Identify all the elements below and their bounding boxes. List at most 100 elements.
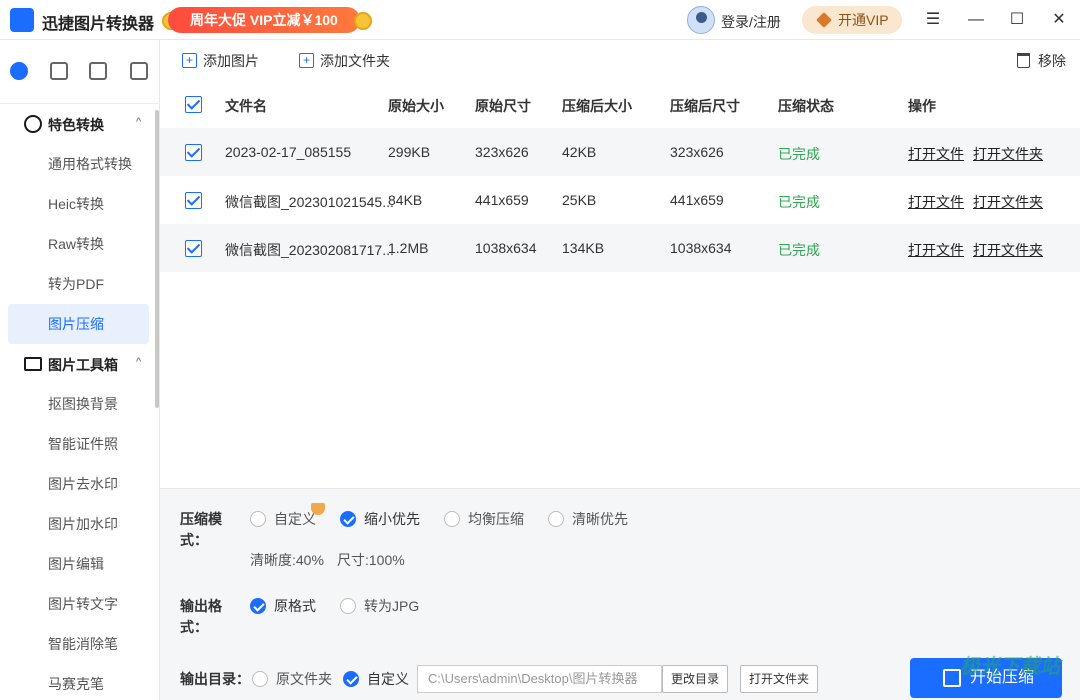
mode-shrink-label: 缩小优先 <box>364 511 420 527</box>
sidebar-item-image-compress[interactable]: 图片压缩 <box>8 304 149 344</box>
title-bar: 迅捷图片转换器 周年大促 VIP立减￥100 登录/注册 开通VIP ☰ — ☐… <box>0 0 1080 40</box>
original-dimensions: 323x626 <box>475 144 529 160</box>
select-all-checkbox[interactable] <box>185 96 202 113</box>
dir-original-radio[interactable]: 原文件夹 <box>252 670 332 688</box>
open-folder-link[interactable]: 打开文件夹 <box>973 240 1043 260</box>
sidebar-item-heic[interactable]: Heic转换 <box>8 184 149 224</box>
app-title: 迅捷图片转换器 <box>42 16 155 33</box>
maximize-icon[interactable]: ☐ <box>1007 10 1027 30</box>
output-format-label-2: 式： <box>180 619 208 635</box>
compress-icon <box>943 669 961 687</box>
tab-check-icon[interactable] <box>130 62 150 82</box>
tab-toolbox-icon[interactable] <box>50 62 70 82</box>
row-checkbox[interactable] <box>185 240 202 257</box>
mode-clarity-label: 清晰优先 <box>572 511 628 527</box>
sidebar-item-id-photo[interactable]: 智能证件照 <box>8 424 149 464</box>
sidebar-group-special[interactable]: 特色转换 ^ <box>0 104 156 144</box>
watermark-text: 极光下载站 <box>960 656 1060 678</box>
folder-plus-icon: + <box>299 53 314 68</box>
compressed-dimensions: 441x659 <box>670 192 724 208</box>
open-vip-button[interactable]: 开通VIP <box>802 6 902 34</box>
coin-icon <box>354 12 372 30</box>
close-icon[interactable]: ✕ <box>1049 10 1069 30</box>
plus-icon: + <box>182 53 197 68</box>
original-size: 299KB <box>388 144 431 160</box>
open-folder-button[interactable]: 打开文件夹 <box>740 665 818 693</box>
sidebar-item-to-pdf[interactable]: 转为PDF <box>8 264 149 304</box>
column-header: 原始大小 <box>388 98 444 114</box>
mode-shrink-radio[interactable]: 缩小优先 <box>340 510 420 528</box>
open-file-link[interactable]: 打开文件 <box>908 144 964 164</box>
sidebar-group-label: 图片工具箱 <box>48 357 118 373</box>
table-row[interactable]: 微信截图_202301021545... 84KB 441x659 25KB 4… <box>160 176 1080 224</box>
compressed-dimensions: 323x626 <box>670 144 724 160</box>
vip-gem-icon <box>816 12 832 28</box>
output-path-input[interactable]: C:\Users\admin\Desktop\图片转换器 <box>417 665 662 693</box>
add-image-button[interactable]: + 添加图片 <box>182 52 259 70</box>
format-jpg-label: 转为JPG <box>364 598 420 614</box>
sidebar-scrollbar[interactable] <box>155 110 159 408</box>
output-format-label: 输出格 <box>180 598 222 614</box>
mode-clarity-radio[interactable]: 清晰优先 <box>548 510 628 528</box>
sidebar-group-label: 特色转换 <box>48 117 104 133</box>
login-link[interactable]: 登录/注册 <box>721 12 781 32</box>
sidebar-item-eraser[interactable]: 智能消除笔 <box>8 624 149 664</box>
table-row[interactable]: 2023-02-17_085155 299KB 323x626 42KB 323… <box>160 128 1080 176</box>
sidebar-group-toolbox[interactable]: 图片工具箱 ^ <box>0 344 156 384</box>
row-checkbox[interactable] <box>185 192 202 209</box>
sidebar-item-raw[interactable]: Raw转换 <box>8 224 149 264</box>
format-original-radio[interactable]: 原格式 <box>250 597 316 615</box>
output-dir-label: 输出目录： <box>180 671 250 687</box>
sidebar-item-ocr[interactable]: 图片转文字 <box>8 584 149 624</box>
toolbar: + 添加图片 + 添加文件夹 移除 <box>160 40 1080 80</box>
table-row[interactable]: 微信截图_202302081717... 1.2MB 1038x634 134K… <box>160 224 1080 272</box>
sidebar: 特色转换 ^ 通用格式转换 Heic转换 Raw转换 转为PDF 图片压缩 图片… <box>0 40 160 700</box>
status-badge: 已完成 <box>778 242 820 258</box>
tab-image-icon[interactable] <box>89 62 109 82</box>
chevron-up-icon: ^ <box>136 356 142 368</box>
open-folder-link[interactable]: 打开文件夹 <box>973 192 1043 212</box>
remove-button[interactable]: 移除 <box>1017 52 1066 70</box>
column-header: 操作 <box>908 98 936 114</box>
sidebar-item-mosaic[interactable]: 马赛克笔 <box>8 664 149 700</box>
compressed-size: 134KB <box>562 240 605 256</box>
promo-banner[interactable]: 周年大促 VIP立减￥100 <box>168 7 360 33</box>
format-original-label: 原格式 <box>274 598 316 614</box>
remove-label: 移除 <box>1038 53 1066 69</box>
compressed-dimensions: 1038x634 <box>670 240 732 256</box>
change-dir-button[interactable]: 更改目录 <box>662 665 728 693</box>
file-name: 微信截图_202302081717... <box>225 242 394 258</box>
minimize-icon[interactable]: — <box>966 10 986 30</box>
sidebar-item-remove-watermark[interactable]: 图片去水印 <box>8 464 149 504</box>
menu-icon[interactable]: ☰ <box>923 10 943 30</box>
add-folder-button[interactable]: + 添加文件夹 <box>299 52 390 70</box>
sidebar-item-cutout[interactable]: 抠图换背景 <box>8 384 149 424</box>
toolbox-icon <box>24 357 42 371</box>
open-file-link[interactable]: 打开文件 <box>908 192 964 212</box>
format-jpg-radio[interactable]: 转为JPG <box>340 597 419 615</box>
dir-custom-radio[interactable]: 自定义 <box>343 670 409 688</box>
row-checkbox[interactable] <box>185 144 202 161</box>
clarity-value: 清晰度:40% <box>250 552 324 568</box>
column-header: 压缩后大小 <box>562 98 632 114</box>
app-logo-icon <box>10 8 34 32</box>
tab-convert-icon[interactable] <box>10 62 30 82</box>
open-file-link[interactable]: 打开文件 <box>908 240 964 260</box>
original-dimensions: 441x659 <box>475 192 529 208</box>
convert-icon <box>24 115 42 133</box>
original-size: 84KB <box>388 192 423 208</box>
sidebar-item-add-watermark[interactable]: 图片加水印 <box>8 504 149 544</box>
original-dimensions: 1038x634 <box>475 240 537 256</box>
avatar[interactable] <box>687 6 715 34</box>
chevron-up-icon: ^ <box>136 116 142 128</box>
dir-original-label: 原文件夹 <box>276 671 332 687</box>
mode-balanced-radio[interactable]: 均衡压缩 <box>444 510 524 528</box>
open-folder-link[interactable]: 打开文件夹 <box>973 144 1043 164</box>
mode-custom-label: 自定义 <box>274 511 316 527</box>
add-image-label: 添加图片 <box>203 53 259 69</box>
file-name: 微信截图_202301021545... <box>225 194 394 210</box>
sidebar-item-edit[interactable]: 图片编辑 <box>8 544 149 584</box>
mode-custom-radio[interactable]: 自定义 <box>250 510 316 528</box>
sidebar-item-general-format[interactable]: 通用格式转换 <box>8 144 149 184</box>
open-vip-label: 开通VIP <box>838 12 889 28</box>
